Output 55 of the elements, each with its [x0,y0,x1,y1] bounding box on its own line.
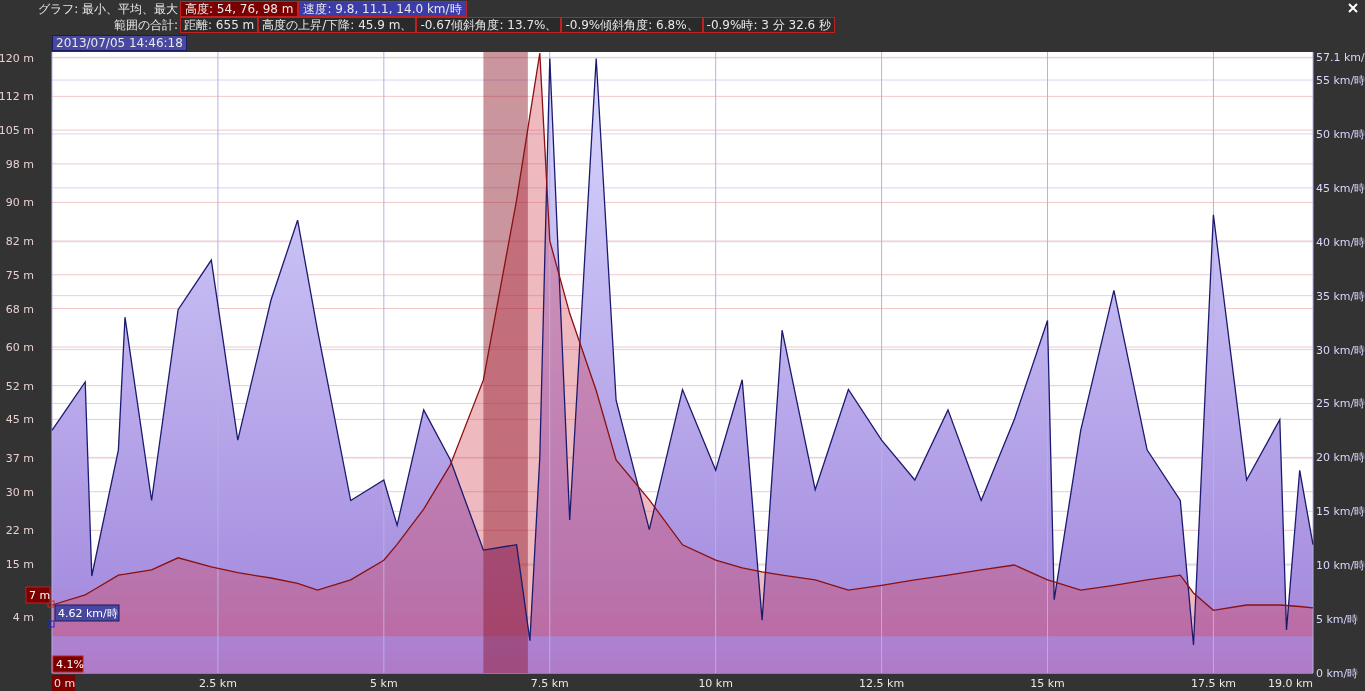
speed-axis-label: 50 km/時 [1316,127,1365,141]
range-stat: 距離: 655 m [180,17,259,33]
speed-axis-label: 15 km/時 [1316,505,1365,519]
elevation-axis-label: 37 m [5,451,34,465]
distance-axis-label: 5 km [370,677,398,690]
elevation-axis-label: 82 m [5,235,34,248]
range-stat: -0.67傾斜角度: 13.7%、 [416,17,562,33]
elevation-axis-label: 105 m [0,124,34,138]
elevation-axis-label: 112 m [0,90,34,104]
speed-axis-label: 35 km/時 [1316,289,1365,303]
speed-axis-label: 45 km/時 [1316,181,1365,195]
speed-axis-label: 55 km/時 [1316,74,1365,88]
close-button[interactable] [1347,2,1359,14]
elevation-axis-label: 45 m [5,413,34,427]
elevation-axis-label: 30 m [5,485,34,499]
speed-axis-label: 57.1 km/ [1316,52,1365,65]
elevation-axis-label: 4 m [12,611,34,625]
graph-stat: 高度: 54, 76, 98 m [180,1,299,17]
elevation-axis-label: 120 m [0,52,34,65]
distance-axis-label: 15 km [1030,677,1065,690]
range-totals-label: 範囲の合計: [112,17,179,34]
elevation-axis-label: 60 m [5,341,34,355]
graph-stats-label: グラフ: 最小、平均、最大 [37,1,179,18]
elevation-axis-label: 15 m [5,558,34,572]
distance-axis-label: 17.5 km [1190,677,1236,690]
range-stat: -0.9%時: 3 分 32.6 秒 [702,17,836,33]
distance-axis-label: 19.0 km [1267,677,1313,690]
graph-stat: 速度: 9.8, 11.1, 14.0 km/時 [298,1,467,17]
elevation-axis-label: 68 m [5,302,34,316]
speed-cursor-marker [47,620,55,628]
speed-readout: 4.62 km/時 [54,604,120,622]
speed-axis-label: 25 km/時 [1316,397,1365,411]
elevation-axis-label: 90 m [5,196,34,210]
speed-axis-label: 10 km/時 [1316,559,1365,573]
close-icon [1348,3,1358,13]
elevation-readout: 7 m [25,586,51,604]
elevation-axis-label: 75 m [5,268,34,282]
speed-axis-label: 30 km/時 [1316,343,1365,357]
grade-readout: 4.1% [52,655,84,673]
range-stat: -0.9%傾斜角度: 6.8%、 [561,17,703,33]
speed-axis-label: 20 km/時 [1316,451,1365,465]
speed-axis-label: 0 km/時 [1316,667,1359,680]
distance-axis-label: 7.5 km [530,677,569,690]
distance-axis-label: 10 km [698,677,733,690]
distance-axis-label: 0 m [52,675,76,691]
range-stat: 高度の上昇/下降: 45.9 m、 [258,17,417,33]
timestamp: 2013/07/05 14:46:18 [52,35,187,51]
elevation-cursor-marker [47,600,55,608]
speed-axis-label: 5 km/時 [1316,613,1359,627]
distance-axis-label: 2.5 km [198,677,237,690]
elevation-axis-label: 52 m [5,379,34,393]
speed-axis-label: 40 km/時 [1316,235,1365,249]
elevation-axis-label: 98 m [5,157,34,171]
elevation-axis-label: 22 m [5,524,34,538]
distance-axis-label: 12.5 km [859,677,905,690]
